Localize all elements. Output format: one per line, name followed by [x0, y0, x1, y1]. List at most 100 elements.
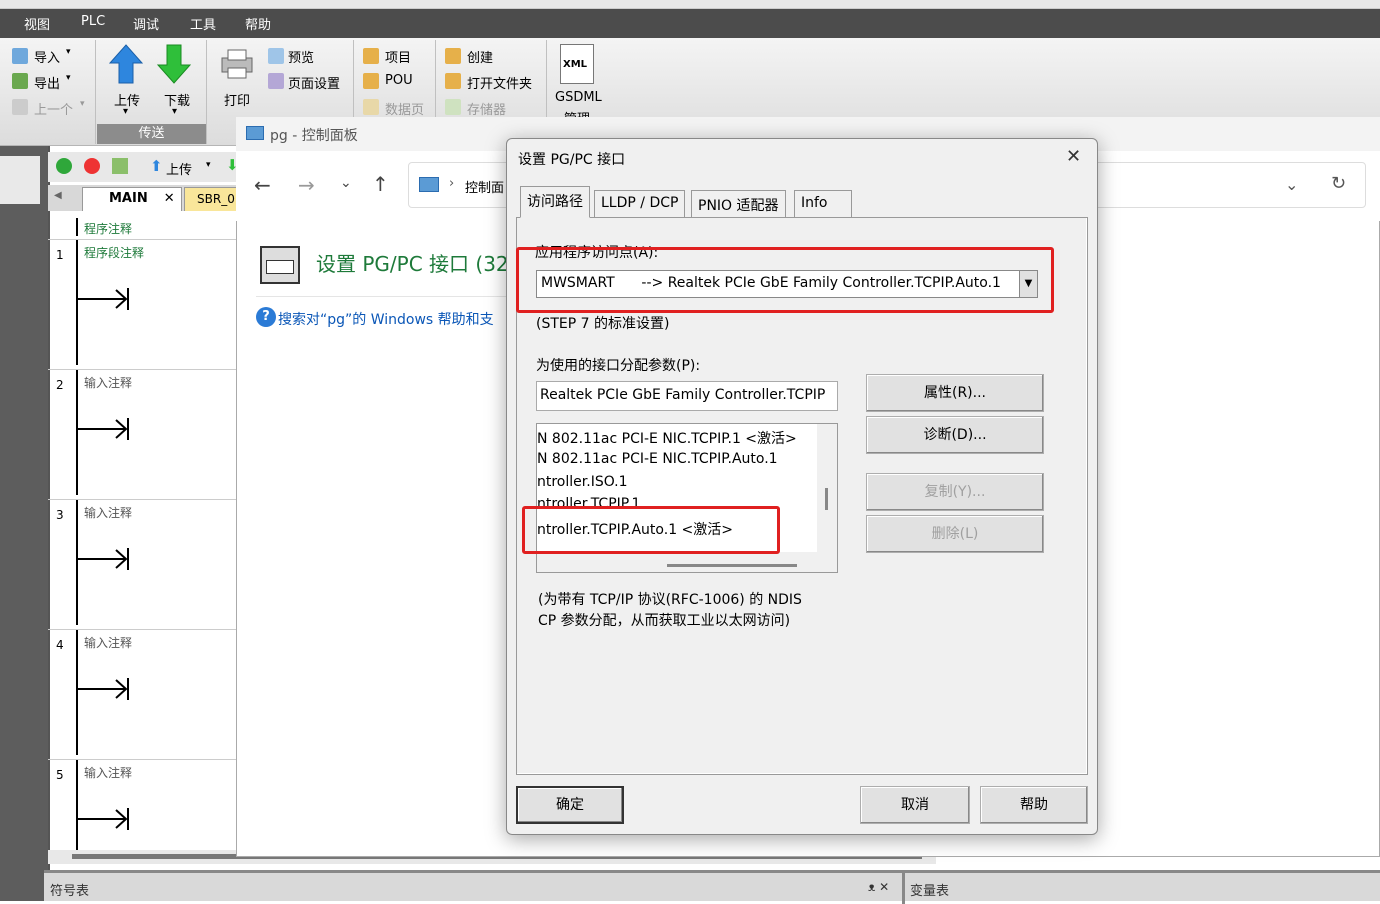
empty-contact-icon[interactable]: [78, 418, 130, 440]
network-2[interactable]: 2 输入注释: [48, 370, 238, 500]
upload-small-button[interactable]: 上传: [166, 159, 192, 178]
refresh-icon[interactable]: ↻: [1331, 173, 1346, 194]
run-icon[interactable]: [56, 158, 72, 174]
diagnose-button[interactable]: 诊断(D)...: [866, 416, 1044, 454]
divider: [256, 296, 506, 297]
project-button[interactable]: 项目: [385, 47, 411, 66]
chevron-down-icon[interactable]: ⌄: [1285, 175, 1298, 194]
open-folder-button[interactable]: 打开文件夹: [467, 73, 532, 92]
tab-pnio-adapter[interactable]: PNIO 适配器: [691, 190, 786, 218]
prev-icon: [12, 99, 28, 115]
horizontal-scrollbar[interactable]: [537, 552, 819, 572]
preview-button[interactable]: 预览: [288, 47, 314, 66]
network-3[interactable]: 3 输入注释: [48, 500, 238, 630]
chevron-down-icon[interactable]: ▾: [66, 73, 71, 83]
tab-access-path[interactable]: 访问路径: [520, 186, 590, 218]
data-page-button[interactable]: 数据页: [385, 99, 424, 118]
list-item[interactable]: N 802.11ac PCI-E NIC.TCPIP.1 <激活>: [537, 428, 797, 448]
empty-contact-icon[interactable]: [78, 288, 130, 310]
empty-contact-icon[interactable]: [78, 548, 130, 570]
chevron-down-icon[interactable]: ▾: [66, 47, 71, 57]
variable-table-tab[interactable]: 变量表: [910, 880, 949, 899]
chevron-down-icon[interactable]: ▾: [172, 106, 177, 117]
recent-chevron-icon[interactable]: ⌄: [340, 175, 352, 191]
menu-bar: 视图 PLC 调试 工具 帮助: [0, 0, 1380, 38]
network-comment[interactable]: 程序段注释: [84, 244, 144, 261]
splitter[interactable]: [902, 873, 905, 904]
tab-info[interactable]: Info: [794, 190, 852, 218]
ribbon-group-file: 导入 ▾ 导出 ▾ 上一个 ▾: [0, 40, 96, 144]
tab-main[interactable]: MAIN ✕: [82, 187, 182, 211]
tab-sbr0[interactable]: SBR_0: [184, 187, 244, 211]
network-1[interactable]: 1 程序段注释: [48, 240, 238, 370]
network-number: 2: [56, 378, 64, 392]
editor-toolbar: ⬆ 上传 ▾ ⬇: [48, 152, 248, 182]
power-rail: [76, 760, 78, 850]
program-comment[interactable]: 程序注释: [84, 220, 132, 237]
scrollbar-thumb[interactable]: [825, 488, 828, 510]
symbol-table-tab[interactable]: 符号表: [50, 880, 89, 899]
delete-button[interactable]: 删除(L): [866, 515, 1044, 553]
breadcrumb[interactable]: 控制面: [465, 177, 504, 196]
forward-arrow-icon[interactable]: →: [298, 173, 315, 197]
import-button[interactable]: 导入: [34, 47, 60, 66]
standard-setting-label: (STEP 7 的标准设置): [536, 316, 670, 332]
help-search-link[interactable]: 搜索对“pg”的 Windows 帮助和支: [278, 309, 494, 329]
network-number: 4: [56, 638, 64, 652]
up-arrow-icon[interactable]: ↑: [372, 172, 389, 196]
back-arrow-icon[interactable]: ←: [254, 173, 271, 197]
data-page-icon: [363, 99, 379, 115]
memory-button[interactable]: 存储器: [467, 99, 506, 118]
empty-contact-icon[interactable]: [78, 808, 130, 830]
highlight-selected-interface: [522, 506, 780, 554]
print-button[interactable]: 打印: [224, 90, 250, 109]
network-number: 3: [56, 508, 64, 522]
group-title-transfer: 传送: [97, 124, 206, 144]
page-setup-button[interactable]: 页面设置: [288, 73, 340, 92]
network-comment[interactable]: 输入注释: [84, 504, 132, 521]
network-4[interactable]: 4 输入注释: [48, 630, 238, 760]
network-comment[interactable]: 输入注释: [84, 764, 132, 781]
compile-icon[interactable]: [112, 158, 128, 174]
menu-help[interactable]: 帮助: [245, 14, 271, 33]
gsdml-button[interactable]: GSDML: [555, 90, 602, 105]
menu-tools[interactable]: 工具: [190, 14, 216, 33]
pou-button[interactable]: POU: [385, 73, 413, 88]
close-icon[interactable]: ✕: [164, 191, 175, 206]
scrollbar-thumb[interactable]: [667, 564, 797, 567]
vertical-scrollbar[interactable]: [817, 424, 837, 572]
menu-debug[interactable]: 调试: [133, 14, 159, 33]
description-line1: (为带有 TCP/IP 协议(RFC-1006) 的 NDIS: [538, 592, 802, 608]
menu-view[interactable]: 视图: [24, 14, 50, 33]
prev-button[interactable]: 上一个: [34, 99, 73, 118]
network-5[interactable]: 5 输入注释: [48, 760, 238, 856]
editor-tabs: ◀ MAIN ✕ SBR_0: [48, 185, 248, 211]
menu-plc[interactable]: PLC: [81, 14, 105, 29]
interface-param-field[interactable]: Realtek PCIe GbE Family Controller.TCPIP: [536, 381, 838, 411]
dialog-title: 设置 PG/PC 接口: [518, 152, 626, 168]
chevron-down-icon[interactable]: ▾: [80, 99, 85, 109]
network-comment[interactable]: 输入注释: [84, 634, 132, 651]
ok-button[interactable]: 确定: [516, 786, 624, 824]
pgpc-interface-icon: [260, 246, 300, 284]
properties-button[interactable]: 属性(R)...: [866, 374, 1044, 412]
network-comment[interactable]: 输入注释: [84, 374, 132, 391]
tab-lldp-dcp[interactable]: LLDP / DCP: [594, 190, 686, 218]
chevron-down-icon[interactable]: ▾: [123, 106, 128, 117]
page-heading-link[interactable]: 设置 PG/PC 接口 (32: [316, 248, 509, 277]
create-button[interactable]: 创建: [467, 47, 493, 66]
scroll-left-icon[interactable]: ◀: [54, 190, 62, 201]
list-item[interactable]: N 802.11ac PCI-E NIC.TCPIP.Auto.1: [537, 451, 778, 467]
list-item[interactable]: ntroller.ISO.1: [537, 474, 628, 490]
empty-contact-icon[interactable]: [78, 678, 130, 700]
memory-icon: [445, 99, 461, 115]
help-button[interactable]: 帮助: [980, 786, 1088, 824]
export-button[interactable]: 导出: [34, 73, 60, 92]
pin-close-icons[interactable]: ᴥ ✕: [868, 880, 889, 894]
copy-button[interactable]: 复制(Y)...: [866, 473, 1044, 511]
project-tree-panel[interactable]: [0, 156, 40, 204]
stop-icon[interactable]: [84, 158, 100, 174]
close-icon[interactable]: ✕: [1066, 146, 1081, 167]
chevron-down-icon[interactable]: ▾: [206, 160, 211, 170]
cancel-button[interactable]: 取消: [860, 786, 970, 824]
